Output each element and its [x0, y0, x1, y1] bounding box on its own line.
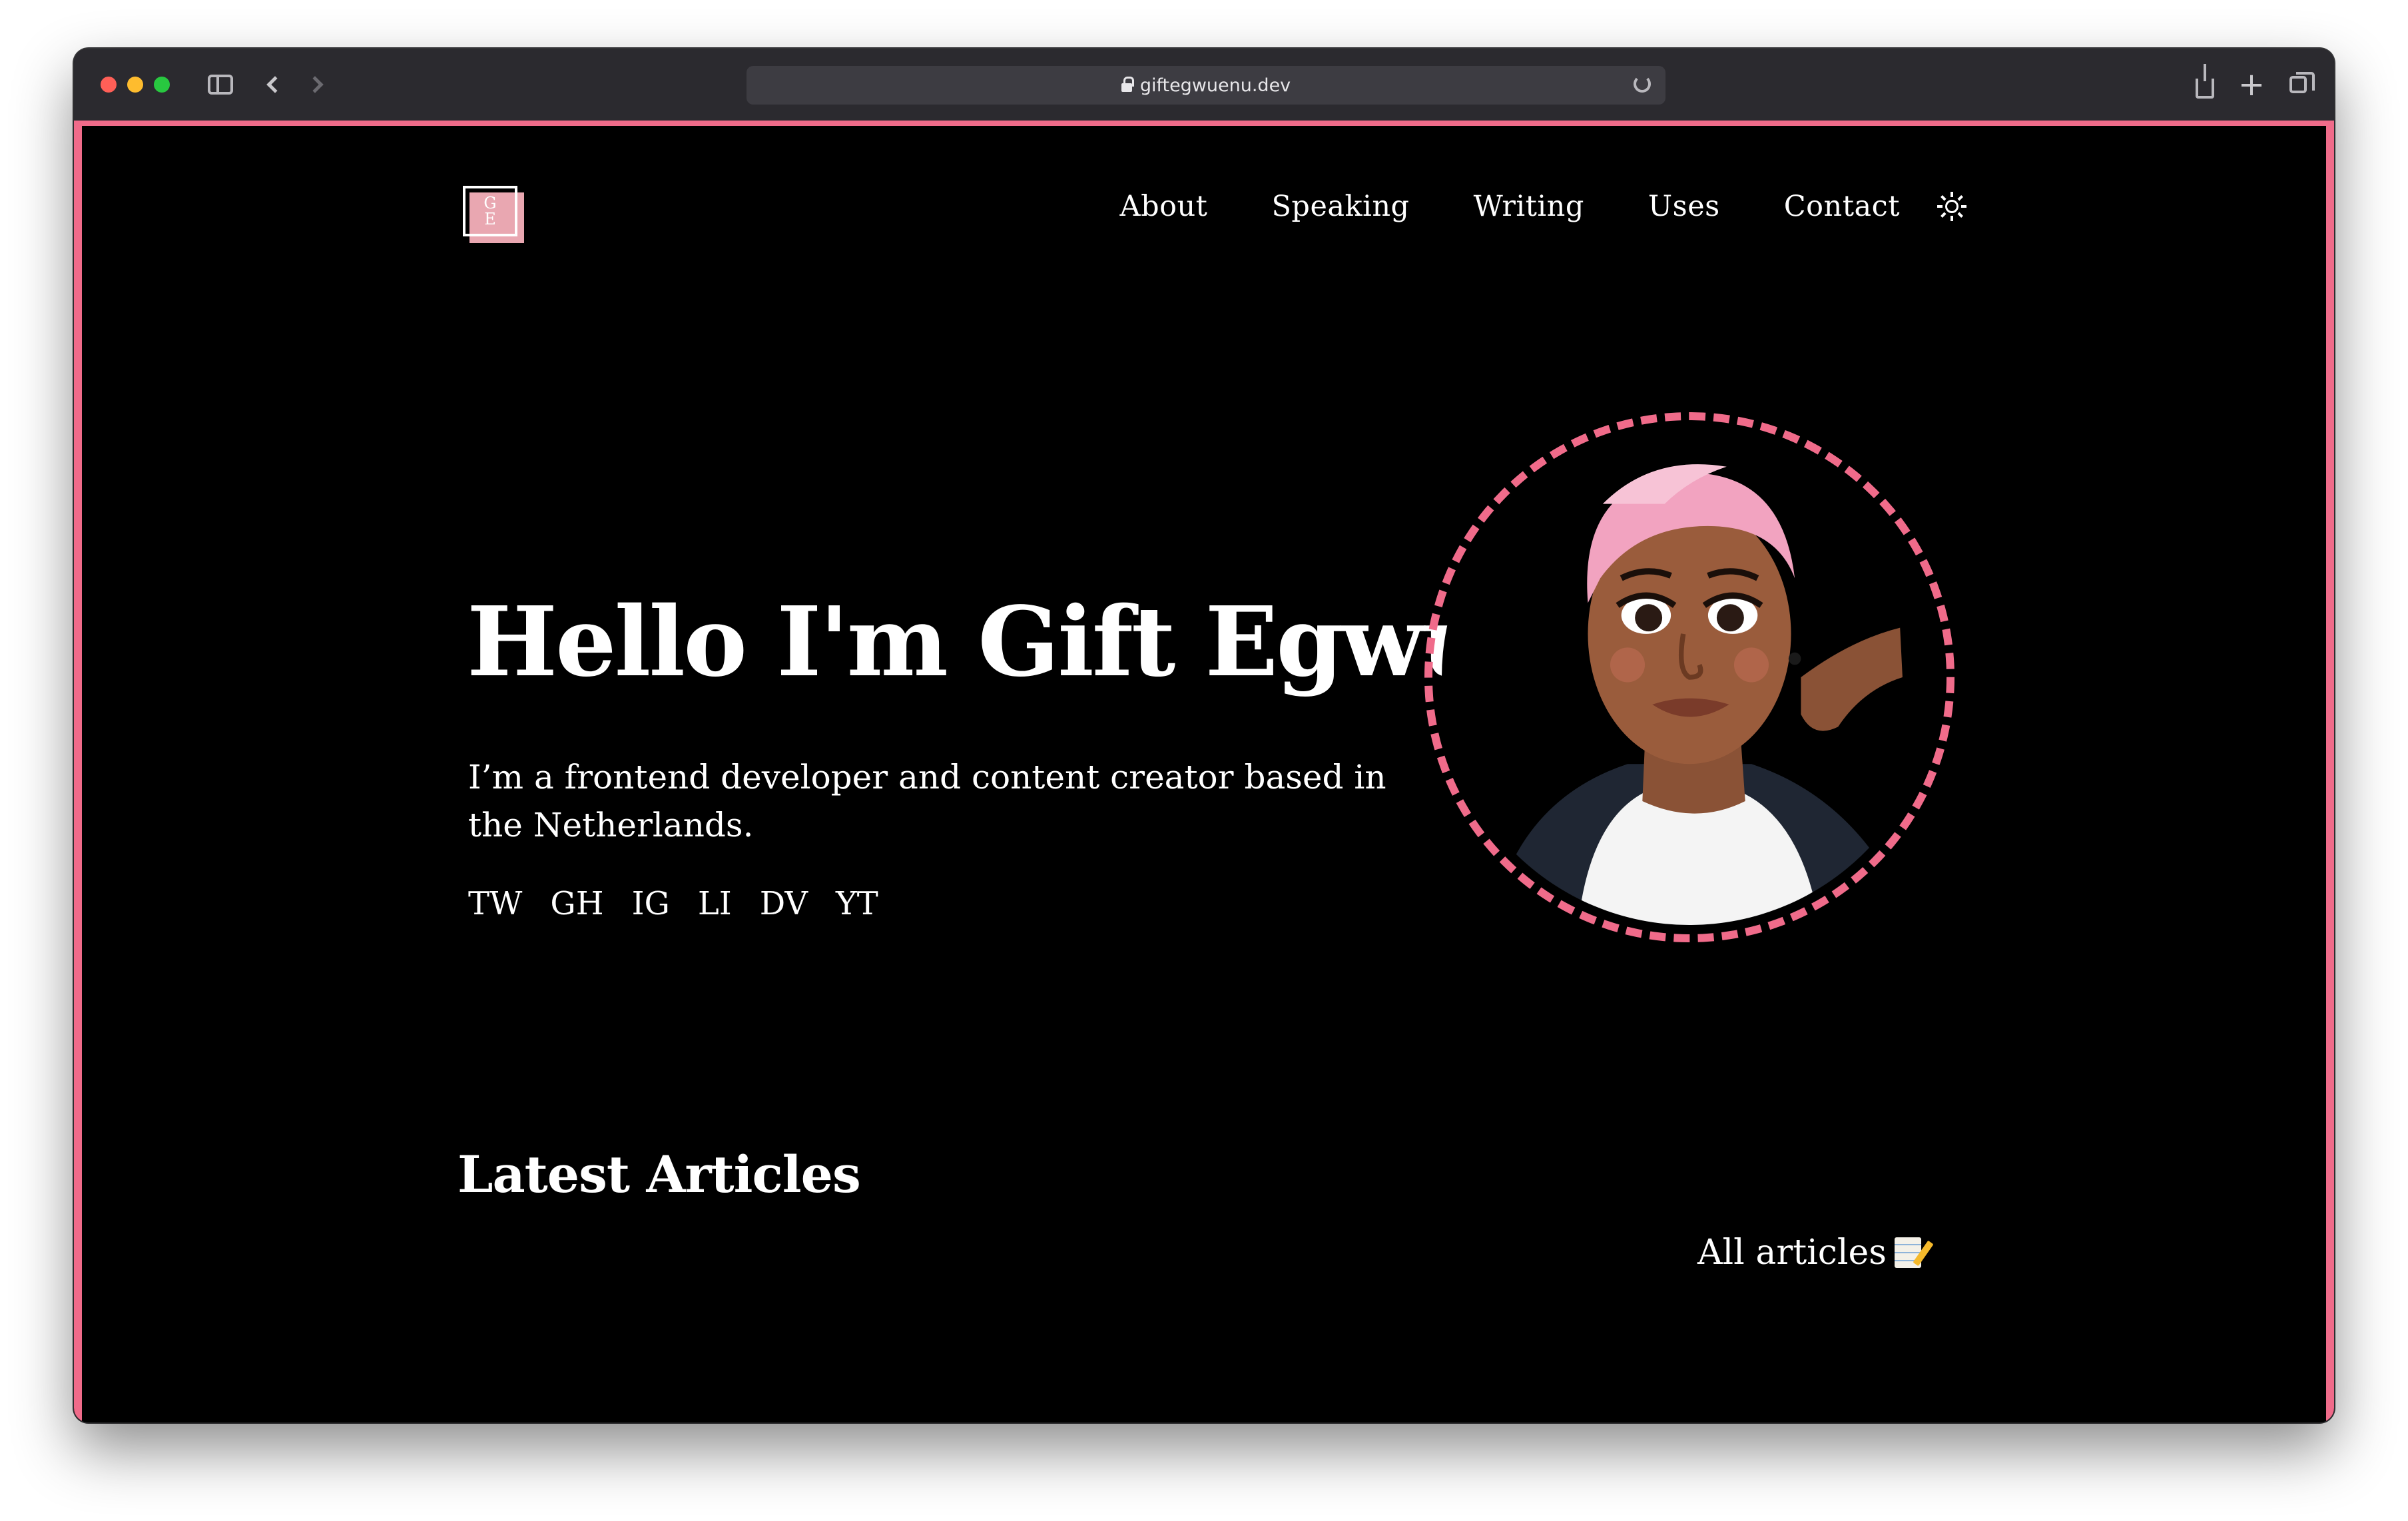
maximize-window-button[interactable]: [154, 77, 170, 93]
address-bar-url: giftegwuenu.dev: [1139, 75, 1291, 96]
share-icon[interactable]: [2185, 64, 2225, 105]
all-articles-link[interactable]: All articles: [1697, 1233, 1921, 1273]
sun-icon[interactable]: [1937, 192, 1966, 221]
reload-icon[interactable]: [1634, 75, 1651, 93]
hero-description: I’m a frontend developer and content cre…: [468, 758, 1386, 844]
latest-articles-heading: Latest Articles: [457, 1145, 861, 1204]
nav-link-uses[interactable]: Uses: [1648, 190, 1720, 223]
logo-letter-e: E: [484, 210, 496, 228]
close-window-button[interactable]: [101, 77, 117, 93]
logo-frame: G E: [463, 186, 517, 236]
social-link-devto[interactable]: DV: [760, 885, 808, 922]
all-articles-label: All articles: [1697, 1233, 1887, 1273]
tab-overview-icon[interactable]: [2278, 65, 2318, 105]
social-link-github[interactable]: GH: [550, 885, 603, 922]
avatar: [1424, 412, 1955, 942]
nav-link-writing[interactable]: Writing: [1474, 190, 1584, 223]
forward-arrow-icon[interactable]: [298, 65, 338, 105]
memo-icon: [1894, 1237, 1921, 1268]
nav-link-contact[interactable]: Contact: [1784, 190, 1900, 223]
nav-link-speaking[interactable]: Speaking: [1271, 190, 1409, 223]
social-link-twitter[interactable]: TW: [468, 885, 522, 922]
social-link-youtube[interactable]: YT: [836, 885, 878, 922]
lock-icon: [1121, 76, 1134, 92]
avatar-illustration: [1442, 430, 1937, 925]
social-links: TW GH IG LI DV YT: [468, 885, 878, 922]
web-page: G E About Speaking Writing Uses Contact …: [74, 121, 2334, 1422]
minimize-window-button[interactable]: [127, 77, 143, 93]
social-link-instagram[interactable]: IG: [632, 885, 670, 922]
nav-link-about[interactable]: About: [1120, 190, 1208, 223]
address-bar[interactable]: giftegwuenu.dev: [747, 66, 1665, 105]
browser-window: giftegwuenu.dev + G E About Speaking Wri…: [74, 49, 2334, 1422]
sidebar-toggle-icon[interactable]: [200, 65, 240, 105]
browser-toolbar: giftegwuenu.dev +: [74, 49, 2334, 121]
new-tab-icon[interactable]: +: [2232, 65, 2271, 105]
main-navigation: About Speaking Writing Uses Contact: [1120, 190, 1966, 223]
logo-letter-g: G: [483, 194, 497, 212]
site-logo[interactable]: G E: [463, 186, 524, 243]
back-arrow-icon[interactable]: [252, 65, 292, 105]
social-link-linkedin[interactable]: LI: [698, 885, 732, 922]
